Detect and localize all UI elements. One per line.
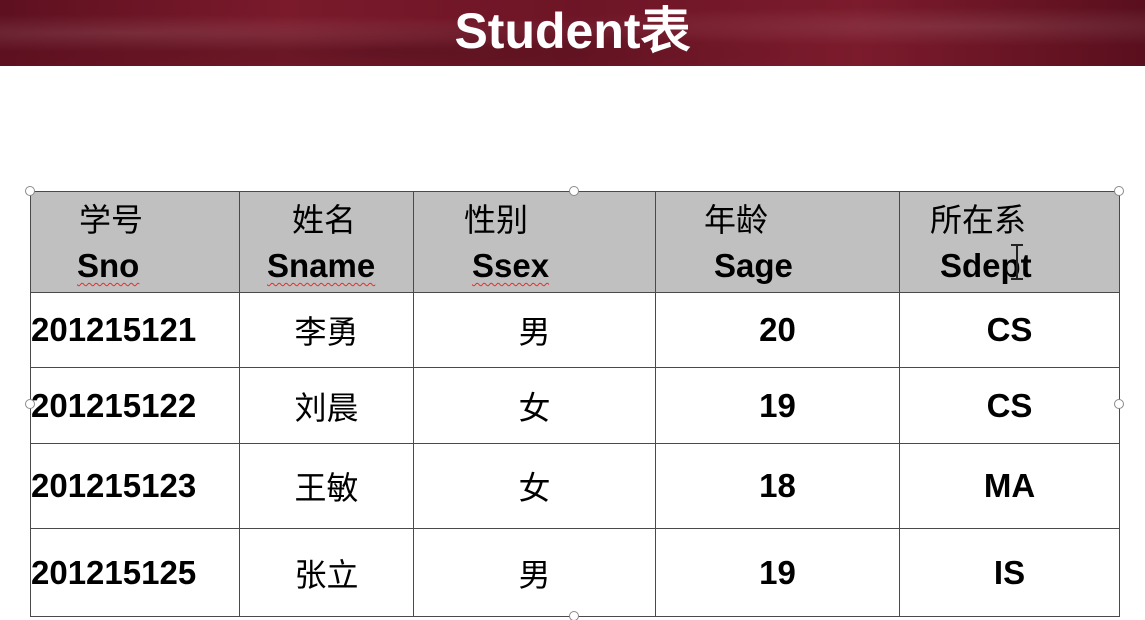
header-label-en: Sno [77,247,140,284]
header-label-en: Ssex [472,247,550,284]
cell-sno[interactable]: 201215123 [30,443,240,529]
resize-handle-top-right-icon[interactable] [1114,186,1124,196]
text-cursor-icon [1010,244,1024,280]
cell-sdept[interactable]: CS [899,367,1120,444]
cell-sname[interactable]: 李勇 [239,292,414,368]
cell-sno[interactable]: 201215125 [30,528,240,617]
cell-sdept[interactable]: MA [899,443,1120,529]
cell-ssex[interactable]: 女 [413,443,656,529]
table-row: 201215125 张立 男 19 IS [30,528,1120,617]
table-header-row: 学号 Sno 姓名 Sname 性别 Ssex 年龄 Sage 所在系 Sdep… [30,191,1120,293]
header-label-en: Sage [714,247,793,284]
header-label-cn: 年龄 [704,201,769,239]
header-label-en: Sname [267,247,376,284]
resize-handle-top-left-icon[interactable] [25,186,35,196]
cell-sno[interactable]: 201215122 [30,367,240,444]
cell-ssex[interactable]: 女 [413,367,656,444]
header-cell-sno[interactable]: 学号 Sno [30,191,240,293]
student-table-frame[interactable]: 学号 Sno 姓名 Sname 性别 Ssex 年龄 Sage 所在系 Sdep… [30,191,1120,617]
header-label-cn: 姓名 [292,201,357,239]
cell-sage[interactable]: 19 [655,367,900,444]
resize-handle-middle-left-icon[interactable] [25,399,35,409]
student-table[interactable]: 学号 Sno 姓名 Sname 性别 Ssex 年龄 Sage 所在系 Sdep… [30,191,1120,617]
cell-sage[interactable]: 19 [655,528,900,617]
header-cell-ssex[interactable]: 性别 Ssex [413,191,656,293]
cell-sno[interactable]: 201215121 [30,292,240,368]
cell-sage[interactable]: 20 [655,292,900,368]
slide-title: Student表 [454,3,691,59]
resize-handle-middle-right-icon[interactable] [1114,399,1124,409]
resize-handle-top-center-icon[interactable] [569,186,579,196]
cell-ssex[interactable]: 男 [413,528,656,617]
slide-canvas: Student表 学号 Sno 姓名 Sname 性别 Ssex 年龄 Sage… [0,0,1145,620]
header-label-cn: 所在系 [930,201,1027,239]
cell-sdept[interactable]: CS [899,292,1120,368]
table-row: 201215122 刘晨 女 19 CS [30,367,1120,444]
header-label-cn: 性别 [464,201,529,239]
cell-sname[interactable]: 刘晨 [239,367,414,444]
cell-sage[interactable]: 18 [655,443,900,529]
cell-ssex[interactable]: 男 [413,292,656,368]
title-banner: Student表 [0,0,1145,66]
header-cell-sage[interactable]: 年龄 Sage [655,191,900,293]
cell-sname[interactable]: 张立 [239,528,414,617]
resize-handle-bottom-center-icon[interactable] [569,611,579,620]
table-row: 201215123 王敏 女 18 MA [30,443,1120,529]
header-cell-sname[interactable]: 姓名 Sname [239,191,414,293]
cell-sdept[interactable]: IS [899,528,1120,617]
cell-sname[interactable]: 王敏 [239,443,414,529]
header-label-cn: 学号 [79,201,144,239]
table-row: 201215121 李勇 男 20 CS [30,292,1120,368]
